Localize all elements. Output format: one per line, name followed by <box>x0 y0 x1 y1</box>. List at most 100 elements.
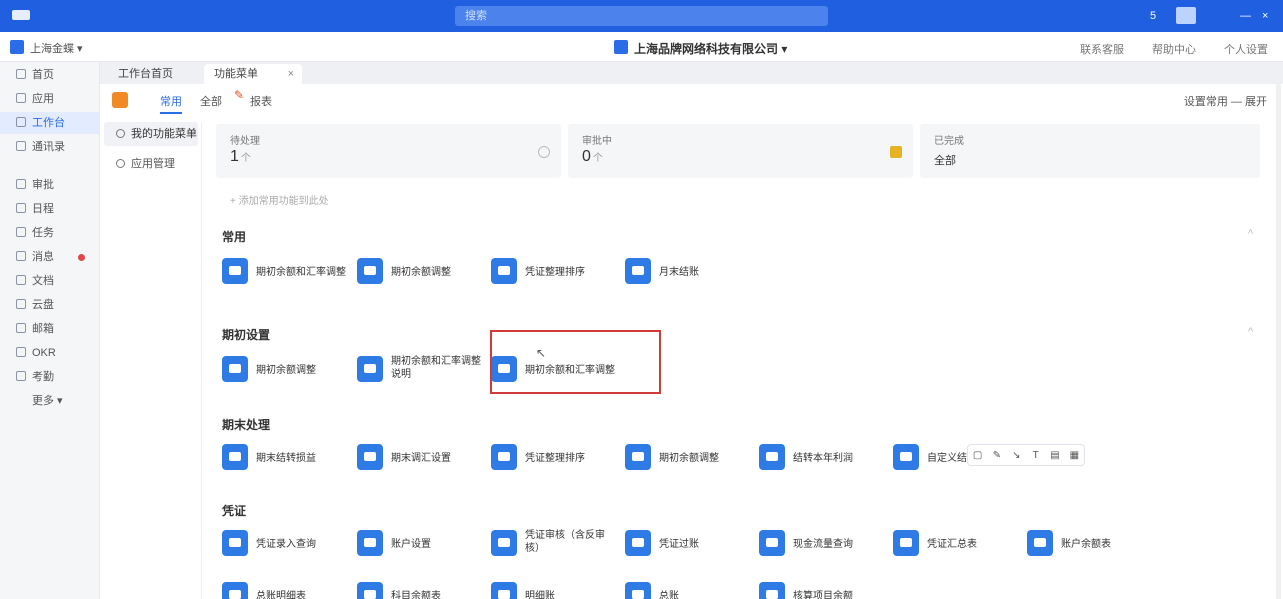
tab-function-menu[interactable]: 功能菜单 × <box>204 64 302 84</box>
company-switcher[interactable]: 上海品牌网络科技有限公司 ▾ <box>634 40 787 57</box>
submenu-app-manage[interactable]: 应用管理 <box>104 152 198 176</box>
nav-item[interactable]: 邮箱 <box>0 318 100 340</box>
stat-card-in-approval[interactable]: 审批中 0个 <box>568 124 913 178</box>
nav-item[interactable]: 消息 <box>0 246 100 268</box>
function-icon <box>357 530 383 556</box>
section-title-voucher: 凭证 <box>222 504 247 518</box>
function-icon <box>625 258 651 284</box>
function-item[interactable]: 账户余额表 <box>1027 528 1157 558</box>
nav-item[interactable]: OKR <box>0 342 100 364</box>
function-item[interactable]: 凭证整理排序 <box>491 256 621 286</box>
arrow-icon[interactable]: ↘ <box>1010 450 1022 461</box>
function-item[interactable]: 科目余额表 <box>357 580 487 599</box>
nav-item-more[interactable]: 更多 ▾ <box>0 390 100 412</box>
scrollbar[interactable] <box>1276 84 1281 599</box>
close-window-button[interactable]: × <box>1262 8 1268 24</box>
nav-item[interactable]: 任务 <box>0 222 100 244</box>
title-bar: 搜索 5 — × <box>0 0 1283 32</box>
function-item[interactable]: 期末结转损益 <box>222 442 352 472</box>
function-item[interactable]: 期末调汇设置 <box>357 442 487 472</box>
function-item[interactable]: 总账明细表 <box>222 580 352 599</box>
nav-item[interactable]: 通讯录 <box>0 136 100 158</box>
function-item[interactable]: 期初余额和汇率调整说明 <box>357 354 487 384</box>
function-icon <box>222 444 248 470</box>
function-icon <box>893 530 919 556</box>
save-icon[interactable]: ▤ <box>1049 450 1061 461</box>
function-item[interactable]: 核算项目余额 <box>759 580 889 599</box>
stat-value: 0个 <box>582 148 603 165</box>
customer-service-link[interactable]: 联系客服 <box>1080 41 1124 57</box>
cloud-icon <box>16 299 26 309</box>
nav-item[interactable]: 考勤 <box>0 366 100 388</box>
nav-item[interactable]: 云盘 <box>0 294 100 316</box>
function-item[interactable]: 期初余额调整 <box>625 442 755 472</box>
nav-item[interactable]: 文档 <box>0 270 100 292</box>
collapse-icon[interactable]: ^ <box>1248 326 1253 338</box>
nav-item-workbench[interactable]: 工作台 <box>0 112 100 134</box>
function-item[interactable]: 月末结账 <box>625 256 755 286</box>
tab-report[interactable]: 报表 <box>250 93 272 109</box>
function-item[interactable]: 凭证整理排序 <box>491 442 621 472</box>
tab-workbench-home[interactable]: 工作台首页 <box>108 64 183 84</box>
select-icon[interactable]: ▢ <box>972 450 984 461</box>
nav-item[interactable]: 首页 <box>0 64 100 86</box>
stat-label: 审批中 <box>582 136 612 147</box>
function-icon <box>759 582 785 599</box>
stat-value: 全部 <box>934 155 956 167</box>
minimize-button[interactable]: 5 <box>1150 8 1156 24</box>
function-item[interactable]: 自定义结转 <box>893 442 977 472</box>
text-icon[interactable]: T <box>1030 450 1042 461</box>
personal-settings-link[interactable]: 个人设置 <box>1224 41 1268 57</box>
function-item[interactable]: 总账 <box>625 580 755 599</box>
submenu-my-functions[interactable]: 我的功能菜单 <box>104 122 198 146</box>
function-icon <box>491 258 517 284</box>
function-item[interactable]: 现金流量查询 <box>759 528 889 558</box>
tab-all[interactable]: 全部 <box>200 93 222 109</box>
function-item[interactable]: 明细账 <box>491 580 621 599</box>
nav-item[interactable]: 应用 <box>0 88 100 110</box>
function-item[interactable]: 账户设置 <box>357 528 487 558</box>
function-item[interactable]: 凭证录入查询 <box>222 528 352 558</box>
calendar-icon <box>16 203 26 213</box>
function-item[interactable]: 期初余额调整 <box>222 354 352 384</box>
nav-item[interactable]: 日程 <box>0 198 100 220</box>
function-icon <box>759 530 785 556</box>
stat-label: 已完成 <box>934 136 964 147</box>
gear-icon <box>116 159 125 168</box>
tab-common[interactable]: 常用 <box>160 93 182 114</box>
pen-icon[interactable]: ✎ <box>991 450 1003 461</box>
stat-card-completed[interactable]: 已完成 全部 <box>920 124 1260 178</box>
add-common-function-hint[interactable]: + 添加常用功能到此处 <box>230 192 329 207</box>
global-search-input[interactable]: 搜索 <box>455 6 828 26</box>
function-icon <box>357 258 383 284</box>
org-switcher[interactable]: 上海金蝶 ▾ <box>30 40 83 56</box>
stat-card-pending[interactable]: 待处理 1个 <box>216 124 561 178</box>
pointer-icon: ✎ <box>234 88 245 102</box>
left-nav: 首页 应用 工作台 通讯录 审批 日程 任务 消息 文档 云盘 邮箱 OKR 考… <box>0 62 100 599</box>
function-item[interactable]: 凭证汇总表 <box>893 528 1023 558</box>
org-icon <box>10 40 24 54</box>
panel-settings[interactable]: 设置常用 — 展开 <box>1184 93 1267 109</box>
function-item[interactable]: 凭证过账 <box>625 528 755 558</box>
nav-item[interactable]: 审批 <box>0 174 100 196</box>
collapse-icon[interactable]: ^ <box>1248 228 1253 240</box>
stat-label: 待处理 <box>230 136 260 147</box>
function-icon <box>625 530 651 556</box>
home-icon <box>16 69 26 79</box>
function-item[interactable]: 结转本年利润 <box>759 442 889 472</box>
close-tab-icon[interactable]: × <box>288 64 294 84</box>
function-item[interactable]: 期初余额和汇率调整 <box>222 256 352 286</box>
mail-icon <box>16 323 26 333</box>
function-item[interactable]: 凭证审核（含反审核） <box>491 528 621 558</box>
apps-icon <box>16 93 26 103</box>
function-icon <box>222 258 248 284</box>
approval-icon <box>16 179 26 189</box>
function-item[interactable]: 期初余额调整 <box>357 256 487 286</box>
folder-icon <box>890 146 902 158</box>
screen-capture-icon[interactable] <box>1176 7 1196 24</box>
help-center-link[interactable]: 帮助中心 <box>1152 41 1196 57</box>
grid-icon[interactable]: ▦ <box>1068 450 1080 461</box>
okr-icon <box>16 347 26 357</box>
maximize-button[interactable]: — <box>1240 8 1251 24</box>
app-icon <box>112 92 128 108</box>
